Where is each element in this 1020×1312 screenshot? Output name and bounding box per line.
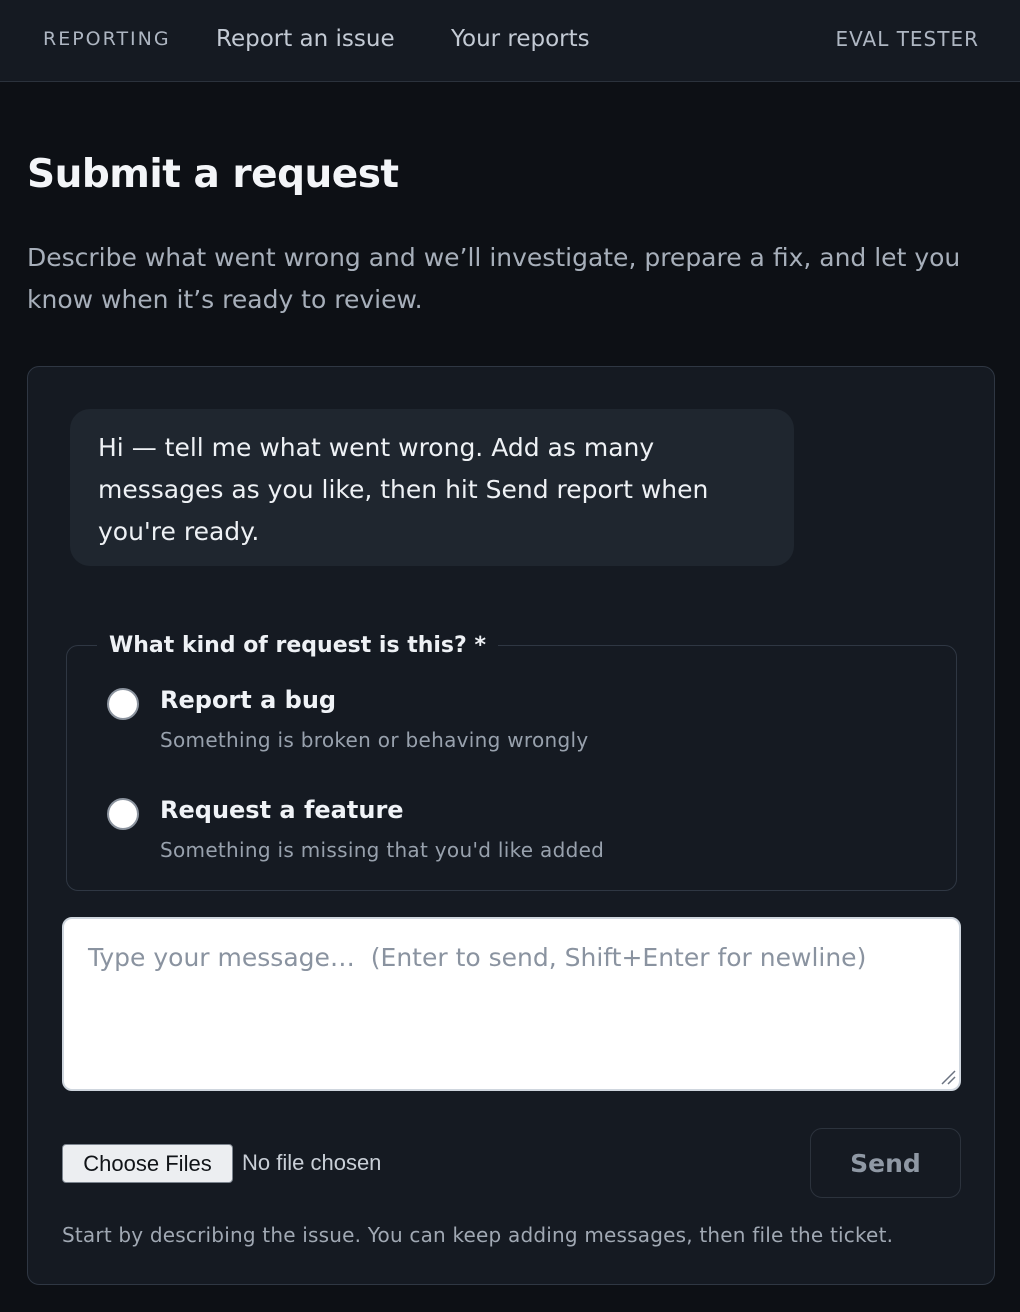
nav-link-report-issue[interactable]: Report an issue	[216, 26, 395, 52]
choose-files-button[interactable]: Choose Files	[62, 1144, 233, 1183]
send-button[interactable]: Send	[810, 1128, 961, 1198]
option-report-bug[interactable]: Report a bug Something is broken or beha…	[107, 686, 927, 766]
report-bug-radio[interactable]	[107, 688, 139, 720]
report-bug-label: Report a bug	[160, 686, 337, 714]
request-type-fieldset: What kind of request is this? * Report a…	[66, 629, 957, 891]
report-bug-description: Something is broken or behaving wrongly	[160, 728, 589, 752]
user-name: EVAL TESTER	[835, 27, 979, 51]
resize-grip-icon[interactable]	[938, 1067, 956, 1085]
request-feature-label: Request a feature	[160, 796, 404, 824]
request-feature-description: Something is missing that you'd like add…	[160, 838, 605, 862]
message-input[interactable]	[62, 917, 961, 1091]
top-nav: REPORTING Report an issue Your reports E…	[0, 0, 1020, 82]
request-card: Hi — tell me what went wrong. Add as man…	[27, 366, 995, 1285]
brand-label: REPORTING	[43, 28, 171, 50]
nav-link-your-reports[interactable]: Your reports	[451, 26, 590, 52]
option-request-feature[interactable]: Request a feature Something is missing t…	[107, 796, 927, 876]
request-type-legend: What kind of request is this? *	[97, 629, 498, 663]
page-title: Submit a request	[27, 152, 399, 197]
page-description: Describe what went wrong and we’ll inves…	[27, 243, 961, 314]
request-feature-radio[interactable]	[107, 798, 139, 830]
assistant-message-bubble: Hi — tell me what went wrong. Add as man…	[70, 409, 794, 566]
composer-hint: Start by describing the issue. You can k…	[62, 1223, 894, 1247]
file-status: No file chosen	[242, 1150, 382, 1175]
